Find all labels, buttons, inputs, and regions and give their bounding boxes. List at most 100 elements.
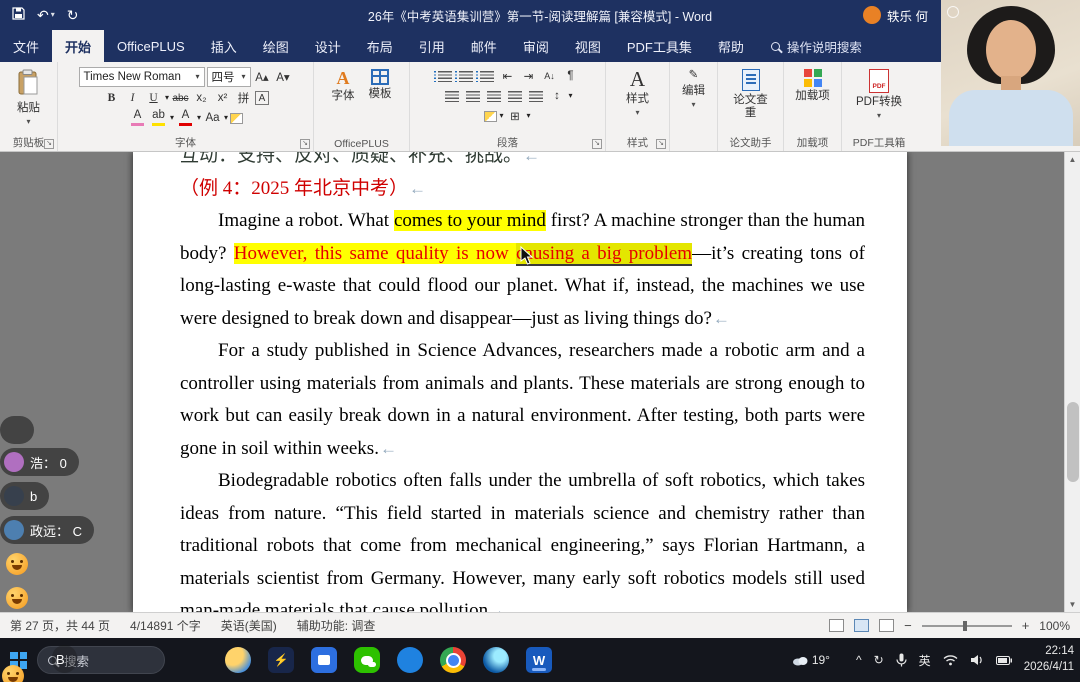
qq-icon[interactable]: [397, 647, 423, 673]
tab-insert[interactable]: 插入: [198, 30, 250, 62]
document-page[interactable]: 互动：支持、反对、质疑、补充、挑战。← （例 4：2025 年北京中考）← Im…: [133, 152, 907, 612]
account-chip[interactable]: 轶乐 何: [863, 6, 928, 25]
scroll-down-icon[interactable]: ▼: [1065, 597, 1080, 612]
paper-check-button[interactable]: 论文查重: [724, 66, 777, 123]
distribute-icon[interactable]: [526, 87, 545, 105]
align-left-icon[interactable]: [442, 87, 461, 105]
tab-officeplus[interactable]: OfficePLUS: [104, 30, 198, 62]
tab-mailings[interactable]: 邮件: [458, 30, 510, 62]
shrink-font-icon[interactable]: A▾: [274, 68, 293, 86]
web-layout-icon[interactable]: [879, 619, 895, 632]
borders-icon[interactable]: ⊞: [506, 107, 525, 125]
vertical-scrollbar[interactable]: ▲ ▼: [1064, 152, 1080, 612]
tab-layout[interactable]: 布局: [354, 30, 406, 62]
accessibility-status[interactable]: 辅助功能: 调查: [287, 617, 386, 634]
character-border-button[interactable]: A: [255, 91, 269, 105]
tab-file[interactable]: 文件: [0, 30, 52, 62]
redo-button[interactable]: ↻: [67, 7, 79, 24]
tab-draw[interactable]: 绘图: [250, 30, 302, 62]
chrome-icon[interactable]: [440, 647, 466, 673]
sync-icon[interactable]: ↻: [874, 653, 884, 667]
tab-review[interactable]: 审阅: [510, 30, 562, 62]
volume-icon[interactable]: [970, 654, 984, 666]
print-layout-icon[interactable]: [854, 619, 870, 632]
page-indicator[interactable]: 第 27 页，共 44 页: [0, 617, 120, 634]
chat-avatar: [4, 452, 24, 472]
strikethrough-button[interactable]: abc: [171, 89, 190, 107]
input-language-indicator[interactable]: 英: [919, 652, 931, 669]
tray-weather[interactable]: 19°: [792, 653, 830, 667]
status-bar: 第 27 页，共 44 页 4/14891 个字 英语(美国) 辅助功能: 调查…: [0, 612, 1080, 638]
officeplus-template-button[interactable]: 模板: [364, 66, 397, 104]
font-color-button[interactable]: A: [176, 109, 195, 127]
addins-button[interactable]: 加载项: [790, 66, 835, 106]
weather-widget-icon[interactable]: [225, 647, 251, 673]
microphone-icon[interactable]: [896, 653, 907, 667]
pdf-convert-button[interactable]: PDF PDF转换 ▾: [851, 66, 907, 123]
highlight-color-button[interactable]: ab: [149, 109, 168, 127]
tab-pdf-tools[interactable]: PDF工具集: [614, 30, 705, 62]
grow-font-icon[interactable]: A▴: [253, 68, 272, 86]
edge-icon[interactable]: [483, 647, 509, 673]
language-indicator[interactable]: 英语(美国): [211, 617, 287, 634]
wifi-icon[interactable]: [943, 654, 958, 666]
tray-expand-icon[interactable]: ^: [856, 653, 862, 667]
undo-button[interactable]: ↶ ▾: [37, 7, 55, 24]
styles-button[interactable]: A 样式 ▾: [621, 66, 654, 120]
save-icon[interactable]: [12, 7, 25, 23]
zoom-level[interactable]: 100%: [1039, 619, 1070, 633]
tab-home[interactable]: 开始: [52, 30, 105, 62]
bold-button[interactable]: B: [102, 89, 121, 107]
officeplus-font-button[interactable]: A 字体: [327, 66, 360, 106]
justify-icon[interactable]: [505, 87, 524, 105]
zoom-slider-thumb[interactable]: [963, 620, 968, 631]
wechat-icon[interactable]: [354, 647, 380, 673]
increase-indent-icon[interactable]: ⇥: [519, 67, 538, 85]
zoom-out-icon[interactable]: −: [904, 618, 912, 633]
scrollbar-thumb[interactable]: [1067, 402, 1079, 482]
webcam-overlay: [941, 0, 1080, 146]
paste-button[interactable]: 粘贴 ▾: [12, 66, 45, 129]
line-spacing-icon[interactable]: ↕: [547, 87, 566, 105]
phonetic-guide-button[interactable]: 拼: [234, 89, 253, 107]
clear-formatting-button[interactable]: A: [128, 109, 147, 127]
read-mode-icon[interactable]: [829, 619, 845, 632]
font-name-select[interactable]: Times New Roman ▾: [78, 67, 205, 87]
align-center-icon[interactable]: [463, 87, 482, 105]
align-right-icon[interactable]: [484, 87, 503, 105]
change-case-button[interactable]: Aa: [203, 109, 222, 127]
editing-button[interactable]: ✎ 编辑 ▾: [677, 66, 710, 112]
show-paragraph-marks-icon[interactable]: ¶: [561, 67, 580, 85]
tab-view[interactable]: 视图: [562, 30, 614, 62]
bullets-icon[interactable]: [433, 67, 454, 85]
word-count[interactable]: 4/14891 个字: [120, 617, 211, 634]
tab-references[interactable]: 引用: [406, 30, 458, 62]
clipboard-dialog-launcher[interactable]: ↘: [44, 139, 54, 149]
italic-button[interactable]: I: [123, 89, 142, 107]
word-app-icon[interactable]: W: [526, 647, 552, 673]
clock[interactable]: 22:14 2026/4/11: [1024, 644, 1074, 675]
styles-dialog-launcher[interactable]: ↘: [656, 139, 666, 149]
underline-button[interactable]: U: [144, 89, 163, 107]
sort-icon[interactable]: A↓: [540, 67, 559, 85]
tab-design[interactable]: 设计: [302, 30, 354, 62]
font-size-select[interactable]: 四号 ▾: [206, 67, 251, 87]
character-shading-icon[interactable]: [230, 112, 244, 124]
mouse-cursor: [520, 245, 534, 271]
scroll-up-icon[interactable]: ▲: [1065, 152, 1080, 167]
zoom-in-icon[interactable]: +: [1022, 618, 1030, 633]
tell-me-search[interactable]: 操作说明搜索: [757, 30, 876, 62]
subscript-button[interactable]: x₂: [192, 89, 211, 107]
zoom-slider[interactable]: [921, 620, 1012, 631]
meeting-app-icon[interactable]: ⚡: [268, 647, 294, 673]
font-dialog-launcher[interactable]: ↘: [300, 139, 310, 149]
numbering-icon[interactable]: [454, 67, 475, 85]
tab-help[interactable]: 帮助: [705, 30, 757, 62]
battery-icon[interactable]: [995, 655, 1012, 665]
superscript-button[interactable]: x²: [213, 89, 232, 107]
multilevel-list-icon[interactable]: [475, 67, 496, 85]
calendar-app-icon[interactable]: [311, 647, 337, 673]
paragraph-dialog-launcher[interactable]: ↘: [592, 139, 602, 149]
decrease-indent-icon[interactable]: ⇤: [498, 67, 517, 85]
shading-icon[interactable]: [484, 110, 498, 122]
